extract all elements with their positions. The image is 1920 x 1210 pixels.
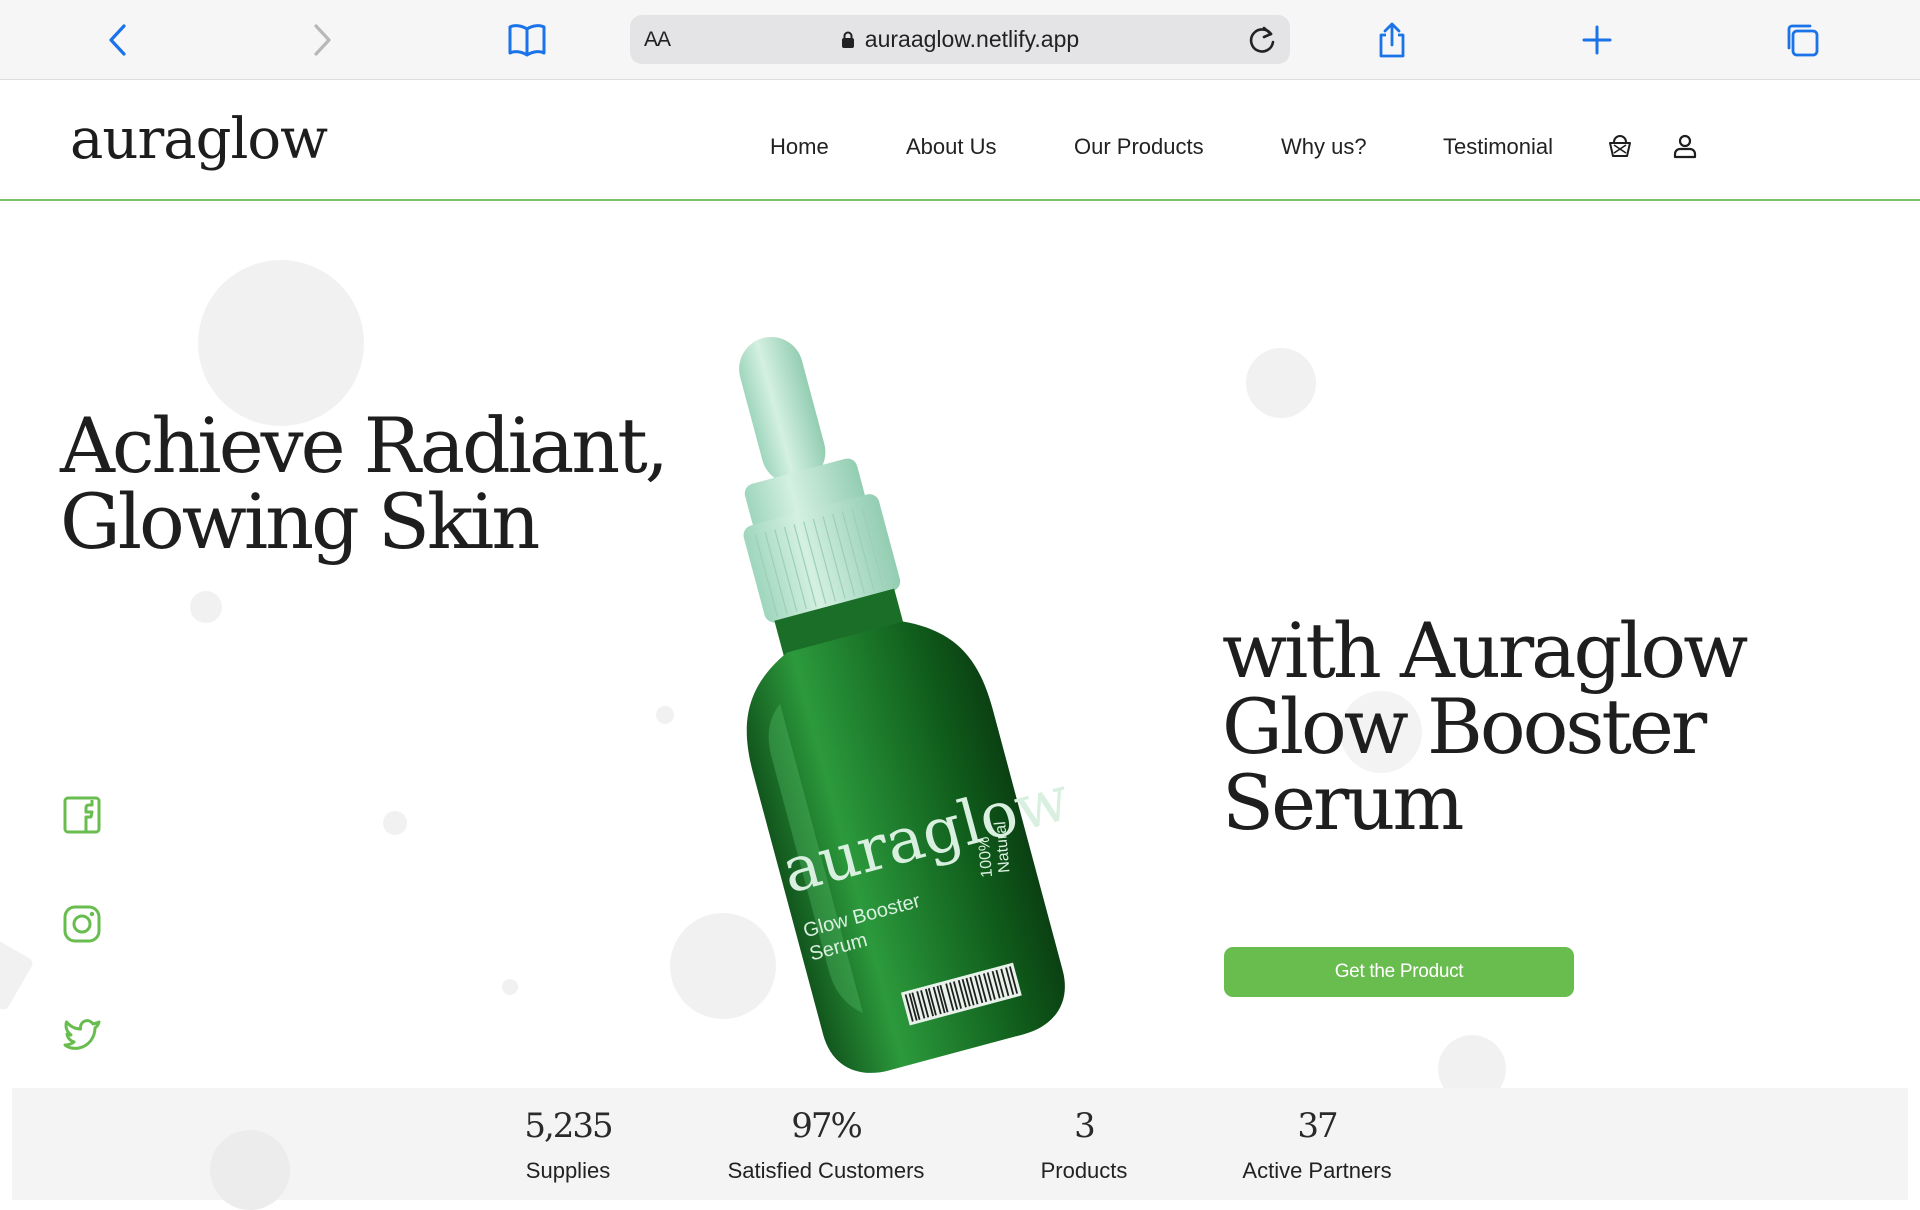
bookmarks-icon[interactable] [505,18,549,62]
nav-home[interactable]: Home [770,134,829,160]
address-bar[interactable]: AA auraaglow.netlify.app [630,15,1290,64]
twitter-icon[interactable] [62,1014,102,1054]
stat-value: 97% [791,1106,863,1146]
reload-icon[interactable] [1244,22,1280,58]
stat-label: Supplies [525,1158,611,1183]
serum-bottle-image: auraglow Glow Booster Serum 100% Natural [739,336,1077,1073]
instagram-icon[interactable] [62,904,102,944]
stats-bar: 5,235 Supplies 97% Satisfied Customers 3… [12,1088,1908,1210]
lock-icon [841,31,854,48]
nav-why-us[interactable]: Why us? [1281,134,1367,160]
decorative-circle [210,1130,290,1210]
nav-about-us[interactable]: About Us [906,134,997,160]
hero-section: Achieve Radiant, Glowing Skin auraglow G… [0,203,1920,1088]
stat-supplies: 5,235 Supplies [438,1106,698,1184]
decorative-circle [383,811,407,835]
stat-products: 3 Products [954,1106,1214,1184]
stat-value: 37 [1297,1106,1338,1146]
stat-value: 3 [1074,1106,1096,1146]
site-logo[interactable]: auraglow [70,107,328,172]
stat-satisfied-customers: 97% Satisfied Customers [696,1106,956,1184]
back-icon[interactable] [96,18,140,62]
stat-label: Products [1040,1158,1128,1183]
stat-value: 5,235 [524,1106,613,1146]
browser-toolbar: AA auraaglow.netlify.app [0,0,1920,80]
nav-testimonial[interactable]: Testimonial [1443,134,1553,160]
nav-our-products[interactable]: Our Products [1074,134,1204,160]
stat-label: Active Partners [1242,1158,1392,1183]
site-header: auraglow Home About Us Our Products Why … [0,81,1920,201]
new-tab-icon[interactable] [1575,18,1619,62]
hero-subheadline-line3: Serum [1222,758,1464,847]
share-icon[interactable] [1370,18,1414,62]
url-text: auraaglow.netlify.app [864,26,1080,52]
hero-headline: Achieve Radiant, Glowing Skin [60,408,669,560]
forward-icon[interactable] [300,18,344,62]
decorative-circle [190,591,222,623]
user-icon[interactable] [1670,131,1700,161]
stat-active-partners: 37 Active Partners [1187,1106,1447,1184]
hero-subheadline: with Auraglow Glow Booster Serum [1222,613,1748,841]
get-product-button[interactable]: Get the Product [1224,947,1574,997]
url-display: auraaglow.netlify.app [630,26,1290,53]
hero-headline-line2: Glowing Skin [60,477,540,566]
stat-label: Satisfied Customers [727,1158,925,1183]
decorative-circle [0,932,35,1012]
tabs-overview-icon[interactable] [1780,18,1824,62]
decorative-circle [502,979,518,995]
facebook-icon[interactable] [62,795,102,835]
cart-icon[interactable] [1605,131,1635,161]
decorative-circle [1246,348,1316,418]
decorative-circle [1438,1035,1506,1088]
